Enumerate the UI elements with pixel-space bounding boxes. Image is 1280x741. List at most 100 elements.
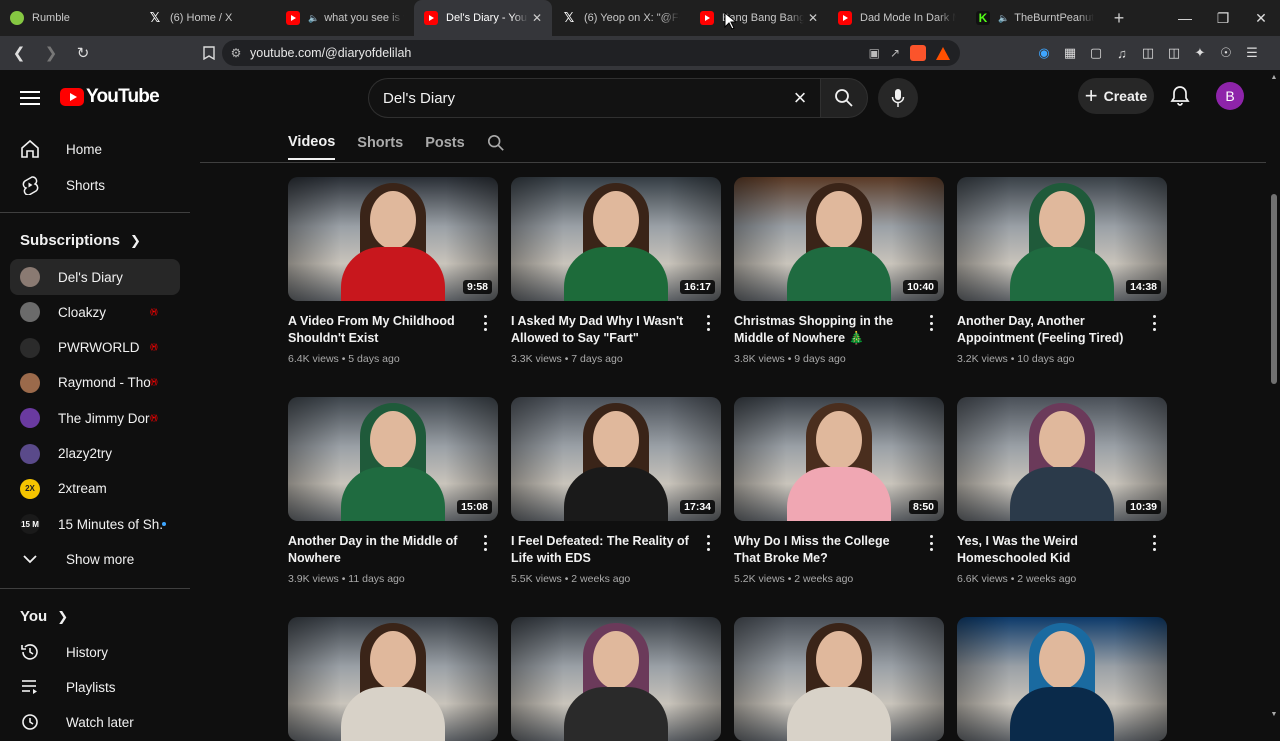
video-title[interactable]: Christmas Shopping in the Middle of Nowh… [734,313,916,347]
create-button[interactable]: + Create [1078,78,1154,114]
sidebar-item-playlists[interactable]: Playlists [10,669,180,705]
voice-search-button[interactable] [878,78,918,118]
video-card[interactable] [511,617,721,741]
subscription-item[interactable]: 2X 2xtream [10,471,180,507]
browser-tab[interactable]: Del's Diary - YouT ✕ [414,0,552,36]
install-app-icon[interactable]: ▣ [869,46,880,60]
more-actions-icon[interactable] [1153,535,1157,551]
video-title[interactable]: Why Do I Miss the College That Broke Me? [734,533,916,567]
brave-shields-icon[interactable] [910,45,926,61]
subscription-item[interactable]: 2lazy2try [10,436,180,472]
clear-search-icon[interactable]: × [780,85,820,111]
youtube-logo[interactable]: YouTube [60,86,160,108]
more-actions-icon[interactable] [707,315,711,331]
close-tab-icon[interactable]: ✕ [532,11,542,25]
address-bar[interactable]: ⚙ youtube.com/@diaryofdelilah ▣ ↗ [222,40,960,66]
forward-icon[interactable]: ❯ [38,40,64,66]
video-card[interactable]: 9:58 A Video From My Childhood Shouldn't … [288,177,498,365]
tab-videos[interactable]: Videos [288,126,336,160]
sidebar-item-home[interactable]: Home [10,131,180,167]
subscription-item[interactable]: PWRWORLD ((•)) [10,330,180,366]
video-title[interactable]: I Asked My Dad Why I Wasn't Allowed to S… [511,313,693,347]
video-title[interactable]: Another Day in the Middle of Nowhere [288,533,470,567]
media-icon[interactable]: ♫ [1114,45,1130,61]
close-window-icon[interactable]: ✕ [1242,0,1280,36]
more-actions-icon[interactable] [484,535,488,551]
tab-posts[interactable]: Posts [425,126,465,160]
more-actions-icon[interactable] [707,535,711,551]
video-title[interactable]: Yes, I Was the Weird Homeschooled Kid [957,533,1139,567]
video-thumbnail[interactable]: 16:17 [511,177,721,301]
close-tab-icon[interactable]: ✕ [808,11,818,25]
browser-tab[interactable]: Rumble [0,0,138,36]
more-actions-icon[interactable] [484,315,488,331]
bookmark-icon[interactable] [196,40,222,66]
sidebar-item-watch-later[interactable]: Watch later [10,704,180,740]
show-more-button[interactable]: Show more [10,541,180,577]
speaker-icon[interactable]: 🔈 [308,13,319,24]
subscription-item[interactable]: Cloakzy ((•)) [10,294,180,330]
subscription-item[interactable]: 15 M 15 Minutes of Sh... [10,506,180,542]
minimize-icon[interactable]: — [1166,0,1204,36]
video-title[interactable]: Another Day, Another Appointment (Feelin… [957,313,1139,347]
notifications-icon[interactable] [1168,84,1192,108]
brave-rewards-icon[interactable] [936,46,950,60]
subscriptions-heading[interactable]: Subscriptions ❯ [20,232,141,249]
search-input[interactable]: Del's Diary × [368,78,820,118]
new-tab-button[interactable]: + [1104,8,1134,29]
video-thumbnail[interactable]: 10:40 [734,177,944,301]
sidebar-toggle-icon[interactable]: ◫ [1140,45,1156,61]
video-thumbnail[interactable]: 8:50 [734,397,944,521]
page-scrollbar[interactable]: ▲ ▼ [1268,70,1280,720]
guide-menu-icon[interactable] [18,86,42,110]
subscription-item[interactable]: Raymond - Thou...((•)) [10,365,180,401]
extension-globe-icon[interactable]: ◉ [1036,45,1052,61]
video-thumbnail[interactable] [511,617,721,741]
video-card[interactable]: 16:17 I Asked My Dad Why I Wasn't Allowed… [511,177,721,365]
leo-ai-icon[interactable]: ✦ [1192,45,1208,61]
subscription-item[interactable]: The Jimmy Dore ...((•)) [10,400,180,436]
video-card[interactable]: 8:50 Why Do I Miss the College That Broke… [734,397,944,585]
video-card[interactable] [734,617,944,741]
menu-icon[interactable]: ☰ [1244,45,1260,61]
scrollbar-thumb[interactable] [1271,194,1277,384]
video-thumbnail[interactable] [734,617,944,741]
sidebar-item-history[interactable]: History [10,634,180,670]
video-card[interactable] [288,617,498,741]
wallet-icon[interactable]: ◫ [1166,45,1182,61]
video-thumbnail[interactable] [957,617,1167,741]
channel-search-button[interactable] [487,126,505,160]
video-thumbnail[interactable] [288,617,498,741]
video-thumbnail[interactable]: 15:08 [288,397,498,521]
video-thumbnail[interactable]: 10:39 [957,397,1167,521]
share-icon[interactable]: ↗ [890,46,900,60]
video-thumbnail[interactable]: 9:58 [288,177,498,301]
video-title[interactable]: A Video From My Childhood Shouldn't Exis… [288,313,470,347]
browser-tab[interactable]: 𝕏 (6) Yeop on X: "@Fors [552,0,690,36]
you-heading[interactable]: You ❯ [20,608,68,625]
extensions-puzzle-icon[interactable]: ▦ [1062,45,1078,61]
browser-tab[interactable]: Bang Bang Bang ✕ [690,0,828,36]
video-card[interactable]: 17:34 I Feel Defeated: The Reality of Lif… [511,397,721,585]
scroll-up-icon[interactable]: ▲ [1270,74,1278,81]
more-actions-icon[interactable] [930,535,934,551]
more-actions-icon[interactable] [1153,315,1157,331]
browser-tab[interactable]: 🔈 what you see is w [276,0,414,36]
video-title[interactable]: I Feel Defeated: The Reality of Life wit… [511,533,693,567]
search-button[interactable] [820,78,868,118]
muted-speaker-icon[interactable]: 🔈 [998,13,1009,24]
scroll-down-icon[interactable]: ▼ [1270,711,1278,718]
video-card[interactable]: 10:40 Christmas Shopping in the Middle of… [734,177,944,365]
video-card[interactable]: 15:08 Another Day in the Middle of Nowher… [288,397,498,585]
more-actions-icon[interactable] [930,315,934,331]
back-icon[interactable]: ❮ [6,40,32,66]
browser-tab[interactable]: 𝕏 (6) Home / X [138,0,276,36]
vpn-icon[interactable]: ☉ [1218,45,1234,61]
video-card[interactable]: 10:39 Yes, I Was the Weird Homeschooled K… [957,397,1167,585]
extension-box-icon[interactable]: ▢ [1088,45,1104,61]
maximize-icon[interactable]: ❐ [1204,0,1242,36]
subscription-item[interactable]: Del's Diary [10,259,180,295]
sidebar-item-shorts[interactable]: Shorts [10,167,180,203]
video-card[interactable] [957,617,1167,741]
account-avatar[interactable]: B [1216,82,1244,110]
